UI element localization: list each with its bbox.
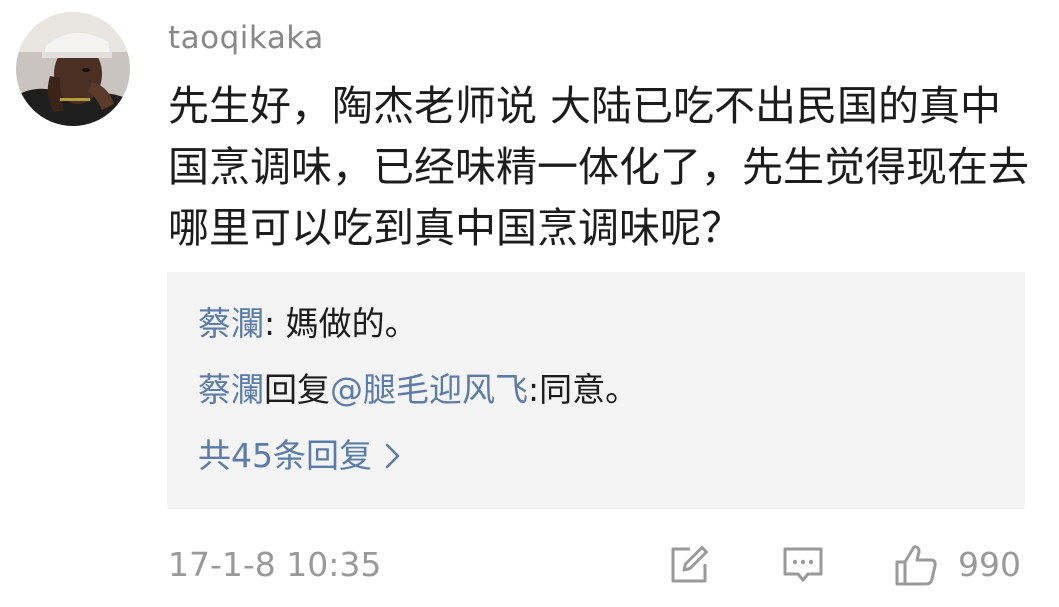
comment-author-name[interactable]: taoqikaka	[168, 17, 324, 59]
comment-timestamp: 17-1-8 10:35	[168, 545, 382, 584]
comment-footer: 17-1-8 10:35 990	[0, 540, 1059, 590]
comment-icon[interactable]	[780, 542, 826, 588]
like-count: 990	[958, 545, 1021, 584]
reply-author-name[interactable]: 蔡瀾	[198, 304, 264, 343]
reply-mention-link[interactable]: @腿毛迎风飞	[330, 370, 528, 409]
chevron-right-icon	[385, 443, 400, 469]
avatar[interactable]	[16, 12, 130, 126]
more-replies-link[interactable]: 共45条回复	[198, 434, 402, 478]
thumbs-up-icon[interactable]	[893, 542, 939, 588]
reply-item[interactable]: 蔡瀾: 媽做的。	[198, 302, 418, 346]
reply-preview-box[interactable]: 蔡瀾: 媽做的。 蔡瀾回复@腿毛迎风飞:同意。 共45条回复	[167, 272, 1025, 509]
avatar-image	[16, 12, 130, 126]
reply-action-label: 回复	[264, 370, 330, 409]
reply-author-name[interactable]: 蔡瀾	[198, 370, 264, 409]
edit-icon[interactable]	[666, 542, 712, 588]
reply-separator: :	[264, 304, 286, 343]
reply-text: 同意。	[539, 370, 639, 409]
more-replies-label: 共45条回复	[198, 436, 372, 475]
reply-separator: :	[528, 370, 540, 409]
comment-text: 先生好，陶杰老师说 大陆已吃不出民国的真中国烹调味，已经味精一体化了，先生觉得现…	[168, 82, 1029, 252]
reply-text: 媽做的。	[285, 304, 418, 343]
reply-item[interactable]: 蔡瀾回复@腿毛迎风飞:同意。	[198, 368, 638, 412]
